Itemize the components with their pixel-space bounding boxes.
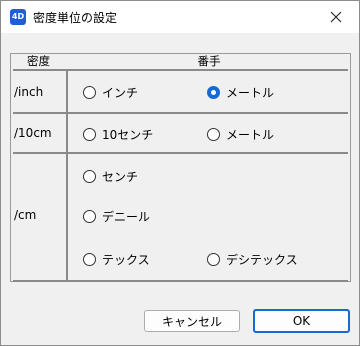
radio-10cm-10centi[interactable]: 10センチ <box>83 126 153 143</box>
radio-indicator <box>207 253 220 266</box>
radio-indicator <box>207 128 220 141</box>
row-divider <box>13 152 348 154</box>
density-unit-table: 密度 番手 /inch インチ メートル /10cm 10センチ メートル /c… <box>10 53 351 282</box>
radio-label: テックス <box>102 253 150 267</box>
radio-label: デシテックス <box>226 253 298 267</box>
dialog-window: 4D 密度単位の設定 密度 番手 /inch インチ メートル /10cm 10… <box>0 0 360 346</box>
row-divider <box>13 280 348 282</box>
radio-cm-tex[interactable]: テックス <box>83 251 150 268</box>
row-divider <box>13 112 348 114</box>
header-count: 番手 <box>197 54 221 68</box>
row-label-10cm: /10cm <box>14 126 52 140</box>
close-button[interactable] <box>313 1 359 33</box>
window-title: 密度単位の設定 <box>33 11 118 25</box>
radio-label: メートル <box>226 86 275 100</box>
radio-indicator <box>83 210 96 223</box>
radio-label: 10センチ <box>102 128 154 142</box>
radio-cm-centi[interactable]: センチ <box>83 168 138 185</box>
radio-label: センチ <box>102 170 139 184</box>
ok-button[interactable]: OK <box>253 309 350 333</box>
row-label-cm: /cm <box>14 208 37 222</box>
title-bar: 4D 密度単位の設定 <box>1 1 359 33</box>
column-divider <box>66 70 68 281</box>
radio-label: メートル <box>226 128 275 142</box>
radio-indicator <box>83 128 96 141</box>
radio-label: インチ <box>102 86 139 100</box>
radio-indicator <box>83 86 96 99</box>
row-divider <box>13 69 348 71</box>
radio-cm-denier[interactable]: デニール <box>83 208 150 225</box>
header-density: 密度 <box>27 54 50 68</box>
radio-indicator <box>83 253 96 266</box>
cancel-button[interactable]: キャンセル <box>144 310 240 332</box>
row-label-inch: /inch <box>14 85 44 99</box>
radio-inch-meter[interactable]: メートル <box>207 84 274 101</box>
radio-indicator <box>207 86 220 99</box>
close-icon <box>330 11 342 23</box>
radio-inch-inch[interactable]: インチ <box>83 84 138 101</box>
radio-cm-decitex[interactable]: デシテックス <box>207 251 298 268</box>
radio-10cm-meter[interactable]: メートル <box>207 126 274 143</box>
radio-label: デニール <box>102 210 151 224</box>
app-icon: 4D <box>10 9 26 25</box>
radio-indicator <box>83 170 96 183</box>
